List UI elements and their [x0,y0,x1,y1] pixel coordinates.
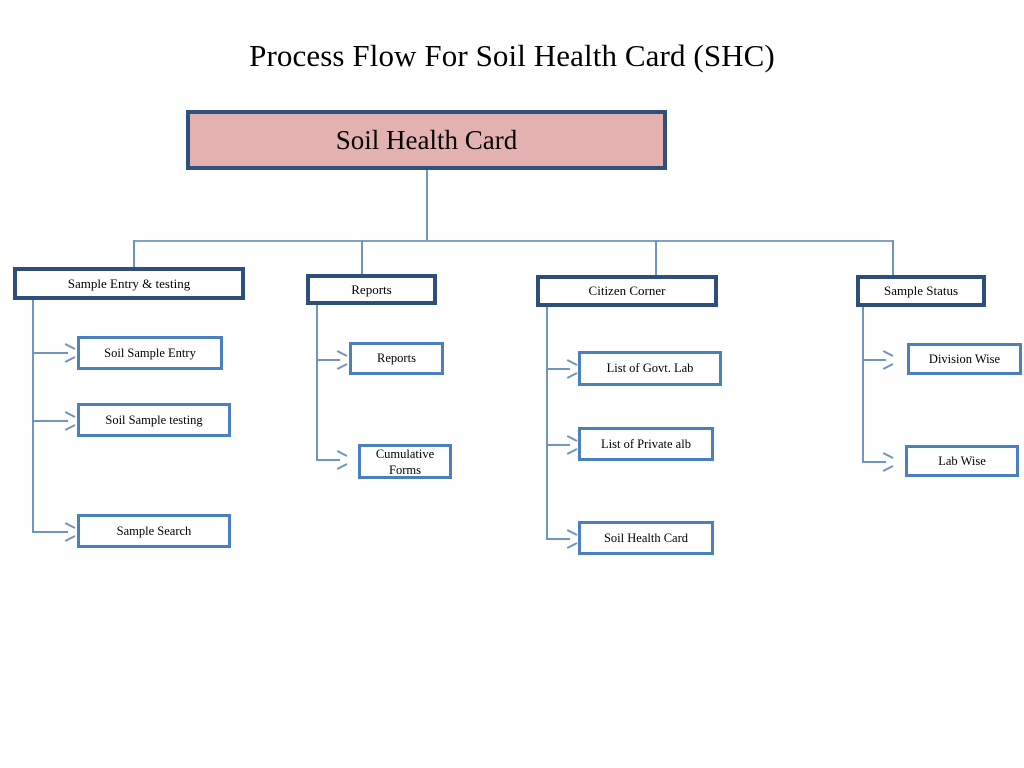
node-branch-sample-status[interactable]: Sample Status [856,275,986,307]
node-label-line-1: Cumulative [375,446,435,461]
connector-drop-branch-2 [361,240,363,275]
page-title: Process Flow For Soil Health Card (SHC) [249,38,775,73]
node-list-of-private-alb[interactable]: List of Private alb [578,427,714,461]
node-reports-child[interactable]: Reports [349,342,444,375]
connector-trunk-branch-4 [862,307,864,462]
node-branch-citizen-corner[interactable]: Citizen Corner [536,275,718,307]
connector-drop-branch-3 [655,240,657,276]
connector-drop-branch-4 [892,240,894,276]
node-label: Division Wise [928,351,1001,366]
node-label: List of Private alb [601,436,691,451]
node-label: Sample Status [883,283,959,298]
arrow-icon-b3-c3 [566,533,577,545]
connector-arm-b1-c1 [32,352,68,354]
connector-root-stem [426,170,428,242]
arrow-icon-b2-c1 [336,354,347,366]
arrow-icon-b1-c2 [64,415,75,427]
arrow-icon-b1-c3 [64,526,75,538]
node-label: Sample Entry & testing [67,275,191,291]
connector-arm-b1-c2 [32,420,68,422]
node-label: Reports [351,281,392,297]
connector-trunk-branch-1 [32,300,34,532]
node-cumulative-forms[interactable]: Cumulative Forms [358,444,452,479]
node-label: Soil Sample Entry [104,345,196,360]
node-division-wise[interactable]: Division Wise [907,343,1022,375]
node-root-soil-health-card[interactable]: Soil Health Card [186,110,667,170]
node-branch-reports[interactable]: Reports [306,274,437,305]
connector-level2-bus [133,240,894,242]
diagram-canvas: Process Flow For Soil Health Card (SHC) … [0,0,1024,768]
node-label: Soil Health Card [603,530,688,545]
node-label: Citizen Corner [588,283,666,298]
node-sample-search[interactable]: Sample Search [77,514,231,548]
arrow-icon-b4-c1 [882,354,893,366]
node-label: Soil Health Card [335,125,518,155]
connector-trunk-branch-3 [546,307,548,539]
node-label: Soil Sample testing [105,412,203,427]
node-list-of-govt-lab[interactable]: List of Govt. Lab [578,351,722,386]
connector-drop-branch-1 [133,240,135,268]
node-branch-sample-entry-testing[interactable]: Sample Entry & testing [13,267,245,300]
connector-arm-b1-c3 [32,531,68,533]
node-lab-wise[interactable]: Lab Wise [905,445,1019,477]
connector-trunk-branch-2 [316,305,318,460]
node-soil-sample-entry[interactable]: Soil Sample Entry [77,336,223,370]
node-label: List of Govt. Lab [606,361,694,375]
arrow-icon-b2-c2 [336,454,347,466]
arrow-icon-b3-c2 [566,439,577,451]
arrow-icon-b1-c1 [64,347,75,359]
arrow-icon-b4-c2 [882,456,893,468]
node-label: Sample Search [116,523,192,538]
node-soil-sample-testing[interactable]: Soil Sample testing [77,403,231,437]
node-label: Lab Wise [938,453,986,468]
arrow-icon-b3-c1 [566,363,577,375]
node-soil-health-card-child[interactable]: Soil Health Card [578,521,714,555]
node-label: Reports [377,351,416,365]
node-label-line-2: Forms [389,462,421,477]
